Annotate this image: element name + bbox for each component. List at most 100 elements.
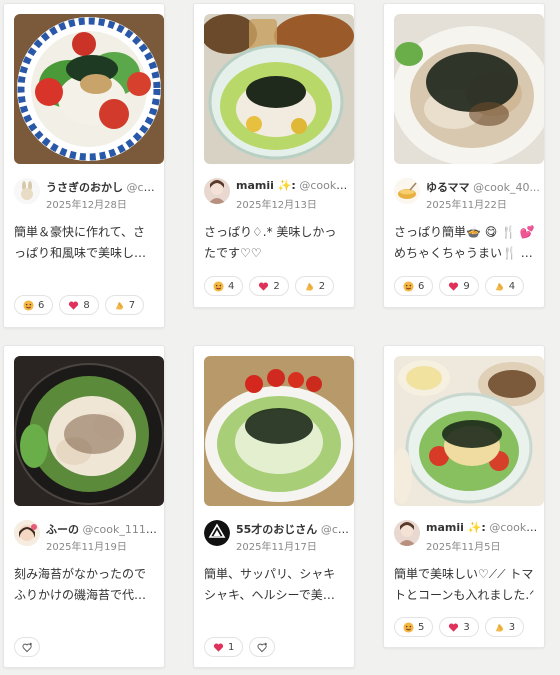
author-name-line[interactable]: うさぎのおかし @cook_... [46, 179, 160, 195]
reaction-bar: 6 9 4 [394, 276, 525, 296]
author-info[interactable]: ゆるママ @cook_40... 2025年11月22日 [394, 176, 540, 212]
dish-photo[interactable] [204, 14, 354, 164]
heart-icon [449, 623, 459, 632]
reaction-clap[interactable]: 2 [294, 276, 335, 296]
author-name[interactable]: 55才のおじさん [236, 523, 317, 536]
reaction-count: 6 [418, 280, 425, 292]
reaction-yum[interactable]: 6 [394, 276, 434, 296]
dish-photo-image [204, 356, 354, 506]
author-name[interactable]: ふーの [46, 523, 79, 536]
author-id: @cook_40... [473, 181, 540, 194]
tsukurepo-card-1[interactable]: うさぎのおかし @cook_... 2025年12月28日 簡単＆豪快に作れて、… [3, 3, 165, 328]
dish-photo[interactable] [394, 356, 544, 506]
add-reaction-button[interactable] [14, 637, 40, 657]
reaction-bar: 6 8 7 [14, 295, 145, 315]
reaction-count: 9 [463, 280, 470, 292]
dish-photo-image [14, 14, 164, 164]
dish-photo-image [394, 14, 544, 164]
comment-text: さっぱり♢.* 美味しかったです♡♡ [204, 225, 337, 260]
user-avatar[interactable] [394, 178, 420, 204]
reaction-count: 7 [128, 299, 136, 311]
author-name-line[interactable]: ゆるママ @cook_40... [426, 179, 540, 195]
reaction-heart[interactable]: 3 [439, 617, 479, 637]
author-id: @cook_... [489, 521, 540, 534]
yum-face-icon [213, 280, 224, 292]
tsukurepo-card-6[interactable]: mamii ✨: @cook_... 2025年11月5日 簡単で美味しい♡⟋⟋… [383, 345, 545, 648]
dish-photo-image [394, 356, 544, 506]
reaction-count: 2 [273, 280, 280, 292]
reaction-heart[interactable]: 2 [249, 276, 289, 296]
reaction-count: 6 [38, 299, 45, 311]
heart-icon [213, 643, 224, 652]
post-date: 2025年11月17日 [236, 542, 317, 553]
clap-icon [495, 623, 503, 632]
dish-photo[interactable] [204, 356, 354, 506]
reaction-count: 4 [228, 280, 235, 292]
author-name-line[interactable]: mamii ✨: @cook_... [236, 179, 350, 192]
comment-text: さっぱり簡単🍲 😋 🍴 💕 めちゃくちゃうまい🍴 😝 ✨ [394, 225, 535, 260]
dish-photo-image [204, 14, 354, 164]
reaction-clap[interactable]: 4 [484, 276, 525, 296]
tsukurepo-card-5[interactable]: 55才のおじさん @cook_... 2025年11月17日 簡単、サッパリ、シ… [193, 345, 355, 668]
post-date: 2025年12月28日 [46, 200, 127, 211]
reaction-bar: 1 [204, 637, 276, 657]
user-avatar[interactable] [204, 178, 230, 204]
author-name[interactable]: ゆるママ [426, 181, 470, 194]
reaction-heart[interactable]: 8 [59, 295, 99, 315]
author-info[interactable]: mamii ✨: @cook_... 2025年12月13日 [204, 176, 350, 212]
author-info[interactable]: うさぎのおかし @cook_... 2025年12月28日 [14, 176, 160, 212]
comment-text: 刻み海苔がなかったのでふりかけの磯海苔で代用しました🌊全ての素材の旨みが引... [14, 567, 147, 602]
author-id: @cook_11195... [82, 523, 161, 536]
dish-photo-image [14, 356, 164, 506]
reaction-bar: 4 2 2 [204, 276, 335, 296]
reaction-yum[interactable]: 4 [204, 276, 244, 296]
tsukurepo-card-2[interactable]: mamii ✨: @cook_... 2025年12月13日 さっぱり♢.* 美… [193, 3, 355, 308]
author-info[interactable]: ふーの @cook_11195... 2025年11月19日 [14, 518, 160, 554]
user-avatar[interactable] [14, 520, 40, 546]
user-avatar[interactable] [14, 178, 40, 204]
reaction-count: 8 [83, 299, 90, 311]
heart-icon [69, 301, 79, 310]
author-id: @cook_... [299, 179, 350, 192]
clap-icon [115, 301, 123, 310]
author-name[interactable]: mamii ✨: [236, 179, 296, 192]
user-avatar[interactable] [204, 520, 230, 546]
reaction-yum[interactable]: 6 [14, 295, 54, 315]
comment-text: 簡単で美味しい♡⟋⟋ トマトとコーンも入れました.ᐟ [394, 567, 535, 602]
user-avatar[interactable] [394, 520, 420, 546]
dish-photo[interactable] [394, 14, 544, 164]
comment-text: 簡単、サッパリ、シャキシャキ、ヘルシーで美味しく頂きました。 [204, 567, 336, 602]
tsukurepo-card-4[interactable]: ふーの @cook_11195... 2025年11月19日 刻み海苔がなかった… [3, 345, 165, 668]
reaction-heart[interactable]: 1 [204, 637, 244, 657]
comment-text: 簡単＆豪快に作れて、さっぱり和風味で美味しかったです(^o^) 豆腐サダのレシピ… [14, 225, 147, 260]
post-date: 2025年11月5日 [426, 542, 501, 553]
yum-face-icon [23, 299, 34, 311]
author-name-line[interactable]: 55才のおじさん @cook_... [236, 521, 350, 537]
clap-icon [495, 282, 503, 291]
reaction-yum[interactable]: 5 [394, 617, 434, 637]
dish-photo[interactable] [14, 356, 164, 506]
yum-face-icon [403, 280, 414, 292]
author-name-line[interactable]: ふーの @cook_11195... [46, 521, 160, 537]
reaction-count: 5 [418, 621, 425, 633]
heart-icon [449, 282, 459, 291]
add-reaction-button[interactable] [249, 637, 276, 657]
author-id: @cook_... [320, 523, 350, 536]
reaction-clap[interactable]: 3 [484, 617, 525, 637]
author-info[interactable]: mamii ✨: @cook_... 2025年11月5日 [394, 518, 540, 554]
reaction-count: 2 [318, 280, 326, 292]
author-name[interactable]: うさぎのおかし [46, 181, 123, 194]
author-info[interactable]: 55才のおじさん @cook_... 2025年11月17日 [204, 518, 350, 554]
tsukurepo-card-3[interactable]: ゆるママ @cook_40... 2025年11月22日 さっぱり簡単🍲 😋 🍴… [383, 3, 545, 308]
reaction-bar: 5 3 3 [394, 617, 525, 637]
heart-icon [259, 282, 269, 291]
reaction-clap[interactable]: 7 [104, 295, 145, 315]
reaction-count: 4 [508, 280, 516, 292]
author-name[interactable]: mamii ✨: [426, 521, 486, 534]
add-reaction-icon [21, 642, 32, 652]
post-date: 2025年11月19日 [46, 542, 127, 553]
dish-photo[interactable] [14, 14, 164, 164]
post-date: 2025年12月13日 [236, 200, 317, 211]
reaction-heart[interactable]: 9 [439, 276, 479, 296]
author-name-line[interactable]: mamii ✨: @cook_... [426, 521, 540, 534]
